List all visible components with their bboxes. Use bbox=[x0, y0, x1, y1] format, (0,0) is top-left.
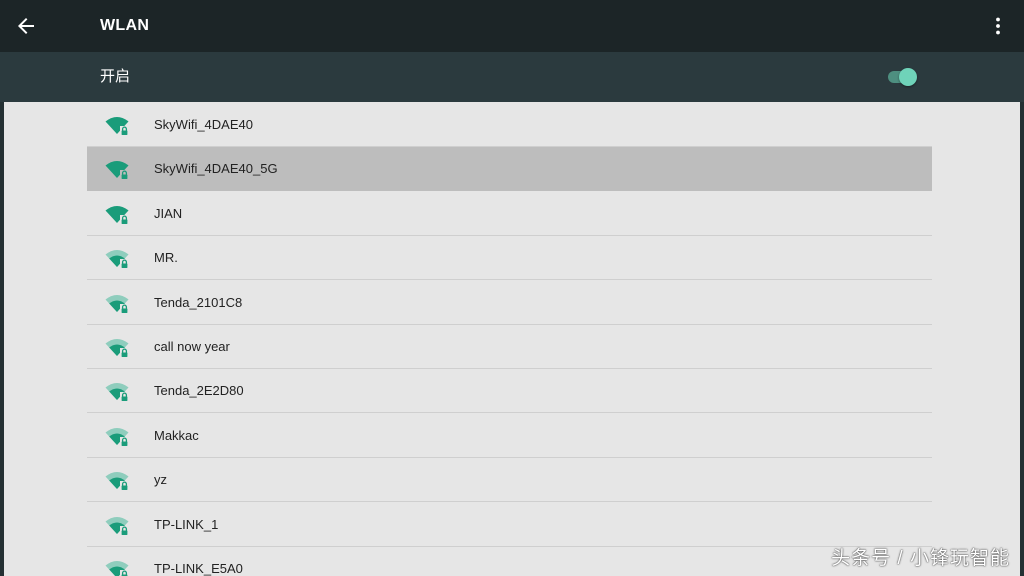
network-list: SkyWifi_4DAE40 SkyWifi_4DAE40_5G JIAN MR. Te… bbox=[0, 102, 1024, 576]
app-bar: WLAN bbox=[0, 0, 1024, 52]
wifi-lock-icon bbox=[105, 294, 129, 314]
wifi-lock-icon bbox=[105, 427, 129, 447]
network-row[interactable]: SkyWifi_4DAE40_5G bbox=[87, 147, 932, 192]
back-arrow-icon[interactable] bbox=[14, 14, 38, 38]
wifi-lock-icon bbox=[105, 516, 129, 536]
network-name: JIAN bbox=[154, 205, 183, 221]
network-name: MR. bbox=[154, 250, 178, 266]
wifi-lock-icon bbox=[105, 472, 129, 492]
network-name: Makkac bbox=[154, 427, 199, 443]
toggle-thumb bbox=[899, 68, 917, 86]
network-row[interactable]: TP-LINK_E5A0 bbox=[87, 547, 932, 576]
network-name: TP-LINK_1 bbox=[154, 516, 219, 532]
switch-label: 开启 bbox=[100, 68, 131, 85]
wifi-lock-icon bbox=[105, 205, 129, 225]
more-options-icon[interactable] bbox=[986, 14, 1010, 38]
network-row[interactable]: TP-LINK_1 bbox=[87, 503, 932, 547]
wlan-toggle[interactable] bbox=[888, 67, 918, 87]
network-row[interactable]: Makkac bbox=[87, 414, 932, 458]
network-row[interactable]: JIAN bbox=[87, 192, 932, 236]
network-row[interactable]: call now year bbox=[87, 325, 932, 369]
network-row[interactable]: yz bbox=[87, 458, 932, 503]
wlan-switch-bar[interactable]: 开启 bbox=[0, 52, 1024, 102]
network-name: yz bbox=[154, 472, 167, 488]
network-row[interactable]: Tenda_2101C8 bbox=[87, 281, 932, 325]
network-row[interactable]: SkyWifi_4DAE40 bbox=[87, 103, 932, 147]
wifi-lock-icon bbox=[105, 383, 129, 403]
wifi-lock-icon bbox=[105, 250, 129, 270]
network-name: SkyWifi_4DAE40_5G bbox=[154, 161, 278, 177]
page-title: WLAN bbox=[100, 17, 150, 34]
wifi-lock-icon bbox=[105, 561, 129, 576]
wifi-lock-icon bbox=[105, 161, 129, 181]
network-row[interactable]: Tenda_2E2D80 bbox=[87, 369, 932, 414]
network-name: call now year bbox=[154, 339, 230, 354]
network-row[interactable]: MR. bbox=[87, 236, 932, 281]
network-name: SkyWifi_4DAE40 bbox=[154, 117, 253, 132]
network-name: TP-LINK_E5A0 bbox=[154, 561, 243, 576]
watermark: 头条号 / 小锋玩智能 bbox=[831, 548, 1010, 569]
network-name: Tenda_2101C8 bbox=[154, 294, 243, 310]
wifi-lock-icon bbox=[105, 117, 129, 136]
network-name: Tenda_2E2D80 bbox=[154, 383, 244, 399]
wifi-lock-icon bbox=[105, 339, 129, 358]
